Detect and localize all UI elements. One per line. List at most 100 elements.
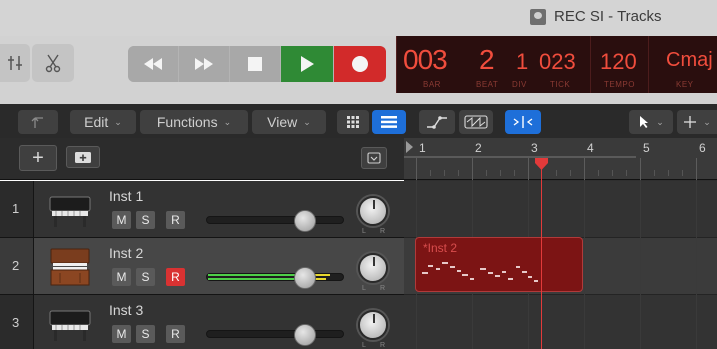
track-number-cell: 1 [0, 181, 34, 237]
solo-button[interactable]: S [136, 211, 155, 229]
volume-fader-knob[interactable] [294, 210, 316, 232]
mute-button[interactable]: M [112, 211, 131, 229]
bar-gridline [696, 180, 697, 349]
record-enable-button[interactable]: R [166, 211, 185, 229]
pan-knob[interactable] [358, 253, 388, 283]
global-tracks-button[interactable] [361, 147, 387, 169]
folder-plus-icon [75, 152, 91, 163]
track-number-cell: 3 [0, 295, 34, 349]
track-lane-3[interactable] [404, 295, 717, 349]
ruler-beat-tick [486, 170, 487, 176]
playhead-line[interactable] [541, 162, 542, 349]
functions-menu-label: Functions [156, 114, 218, 130]
cycle-area[interactable] [404, 156, 636, 158]
scissors-icon [45, 54, 61, 73]
midi-note [462, 274, 468, 276]
midi-note [480, 268, 486, 270]
track-number-cell: 2 [0, 238, 34, 294]
playhead-marker-icon[interactable] [534, 157, 549, 171]
ruler-beat-tick [556, 170, 557, 176]
track-header-1[interactable]: 1 Inst 1 M S R L R [0, 181, 404, 238]
ruler-bar-number: 3 [531, 141, 538, 155]
flex-button[interactable] [459, 110, 493, 134]
automation-curve-icon [427, 116, 447, 129]
track-name[interactable]: Inst 3 [109, 302, 143, 318]
automation-button[interactable] [419, 110, 455, 134]
mute-button[interactable]: M [112, 325, 131, 343]
volume-fader-knob[interactable] [294, 324, 316, 346]
track-number: 2 [12, 258, 20, 273]
lcd-key-label: KEY [676, 80, 694, 89]
track-lane-1[interactable] [404, 181, 717, 238]
mixer-button[interactable] [0, 44, 30, 82]
volume-fader-knob[interactable] [294, 267, 316, 289]
organ-icon [50, 248, 90, 286]
ruler-bar-number: 5 [643, 141, 650, 155]
record-enable-button[interactable]: R [166, 268, 185, 286]
pan-right-label: R [380, 342, 386, 349]
ruler-tick [528, 158, 529, 180]
solo-button[interactable]: S [136, 268, 155, 286]
mixer-icon [8, 56, 22, 70]
ruler-scroll-triangle-icon [406, 141, 413, 153]
pan-knob[interactable] [358, 196, 388, 226]
ruler-tick [584, 158, 585, 180]
ruler-beat-tick [626, 170, 627, 176]
grid-view-button[interactable] [337, 110, 369, 134]
play-button[interactable] [281, 46, 333, 82]
list-view-button[interactable] [372, 110, 406, 134]
pan-knob[interactable] [358, 310, 388, 340]
view-menu[interactable]: View ⌄ [252, 110, 326, 134]
ruler-beat-tick [514, 170, 515, 176]
midi-note [470, 278, 474, 280]
ruler-beat-tick [444, 170, 445, 176]
mute-button[interactable]: M [112, 268, 131, 286]
lcd-bar-value: 003 [403, 44, 448, 75]
level-meter [208, 278, 300, 280]
volume-fader[interactable] [206, 330, 344, 338]
functions-menu[interactable]: Functions ⌄ [140, 110, 248, 134]
catch-button[interactable] [505, 110, 541, 134]
bar-gridline [640, 180, 641, 349]
rewind-icon [144, 58, 162, 70]
editors-button[interactable] [32, 44, 74, 82]
track-name[interactable]: Inst 1 [109, 188, 143, 204]
lcd-separator [590, 36, 591, 93]
midi-note [457, 270, 461, 272]
fast-forward-button[interactable] [179, 46, 229, 82]
record-enable-button[interactable]: R [166, 325, 185, 343]
solo-button[interactable]: S [136, 325, 155, 343]
lcd-display[interactable]: 003 2 1 023 120 Cmaj BAR BEAT DIV TICK T… [396, 36, 717, 93]
ruler-bar-number: 1 [419, 141, 426, 155]
lcd-tempo-value: 120 [600, 49, 637, 74]
stop-button[interactable] [230, 46, 280, 82]
chevron-down-icon: ⌄ [656, 116, 664, 127]
edit-menu[interactable]: Edit ⌄ [70, 110, 136, 134]
play-icon [301, 56, 314, 72]
midi-region-name: *Inst 2 [423, 241, 458, 255]
stop-icon [248, 57, 262, 71]
add-track-button[interactable]: + [19, 145, 57, 171]
pan-right-label: R [380, 285, 386, 292]
pan-left-label: L [362, 228, 366, 235]
track-header-3[interactable]: 3 Inst 3 M S R L R [0, 295, 404, 349]
midi-note [428, 265, 433, 267]
new-folder-track-button[interactable] [66, 146, 100, 168]
secondary-tool-menu[interactable]: ⌄ [677, 110, 717, 134]
bar-gridline [584, 180, 585, 349]
volume-fader[interactable] [206, 216, 344, 224]
bar-ruler[interactable] [404, 138, 717, 180]
rewind-button[interactable] [128, 46, 178, 82]
midi-note [534, 280, 538, 282]
record-button[interactable] [334, 46, 386, 82]
pointer-tool-menu[interactable]: ⌄ [629, 110, 673, 134]
pan-left-label: L [362, 285, 366, 292]
track-header-2[interactable]: 2 Inst 2 M S R L R [0, 238, 404, 295]
track-name[interactable]: Inst 2 [109, 245, 143, 261]
lcd-key-value: Cmaj [666, 49, 713, 71]
lcd-separator [648, 36, 649, 93]
chevron-down-icon: ⌄ [114, 116, 122, 127]
back-button[interactable] [18, 110, 58, 134]
midi-note [502, 271, 506, 273]
ruler-beat-tick [612, 170, 613, 176]
